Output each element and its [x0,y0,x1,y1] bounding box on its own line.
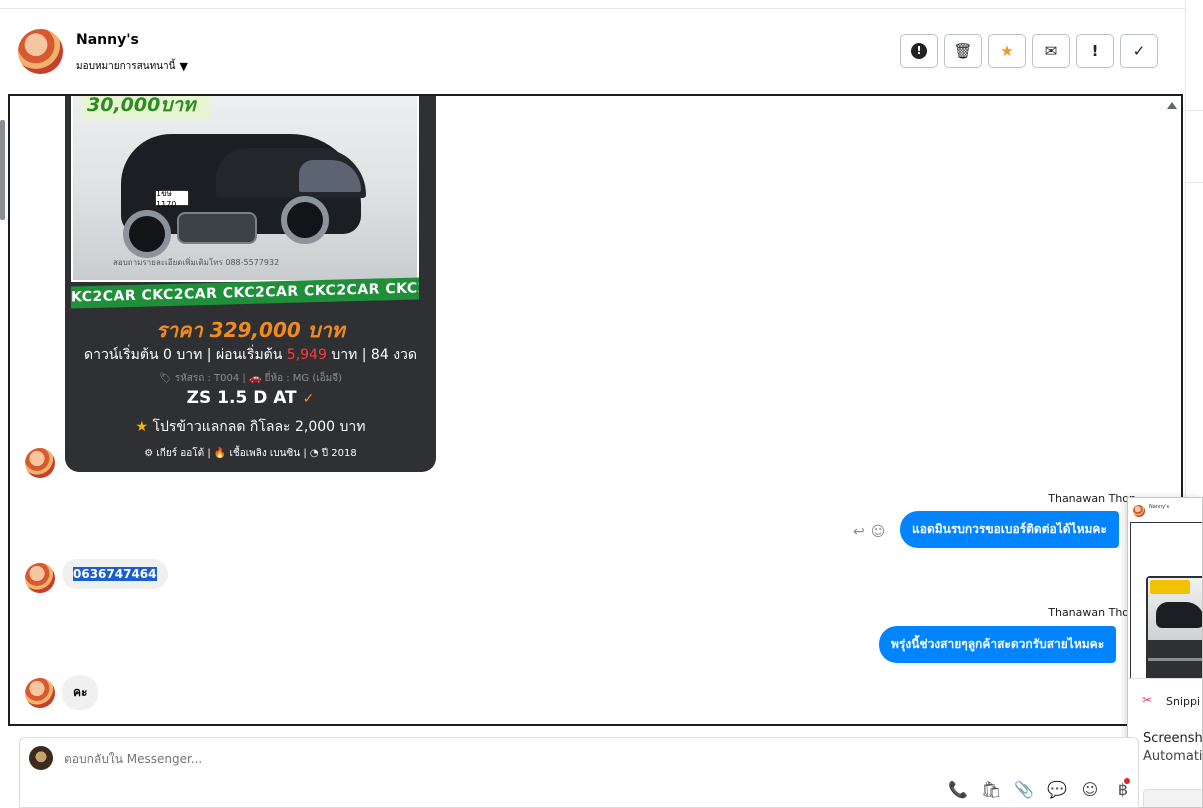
shopping-bag-icon[interactable]: 🛍 [981,780,1001,799]
check-icon: ✓ [1132,42,1146,60]
outgoing-message[interactable]: แอดมินรบกวรขอเบอร์ติดต่อได้ไหมคะ [900,511,1119,548]
left-scroll-rail[interactable] [0,120,5,220]
sender-name: Thanawan Thon [1048,606,1136,619]
contact-avatar-small[interactable] [25,448,55,478]
notification-dot [1124,778,1130,784]
car-wheel [281,196,329,244]
baht-payment-icon[interactable]: ฿ [1113,780,1133,799]
car-specs: ⚙ เกียร์ ออโต้ | 🔥 เชื้อเพลิง เบนซิน | ◔… [144,448,357,459]
contact-avatar[interactable] [18,29,63,74]
car-meta: 🏷 รหัสรถ : T004 | 🚗 ยี่ห้อ : MG (เอ็มจี) [158,373,343,384]
notification-action-button[interactable] [1143,789,1202,807]
car-photo: 30,000บาท 1ขษ 1170 สอบถามรายละเอียดเพิ่ม… [71,96,419,282]
car-listing-image[interactable]: 30,000บาท 1ขษ 1170 สอบถามรายละเอียดเพิ่ม… [65,96,436,472]
thumbnail-photo [1148,578,1202,640]
snipping-panel: ✂ Snippi Screensho Automatio [1128,678,1203,807]
down-prefix: ดาวน์เริ่มต้น 0 บาท | ผ่อนเริ่มต้น [83,347,287,363]
reply-input[interactable] [64,752,664,766]
alert-circle-icon: ! [911,43,927,59]
scissors-icon: ✂ [1142,693,1153,707]
add-call-icon[interactable]: 📞 [948,780,968,799]
screenshot-subtitle: Automatio [1143,749,1203,764]
contact-avatar-small[interactable] [25,563,55,593]
thumbnail-badge [1150,580,1190,594]
thumbnail-line [1148,658,1202,661]
incoming-message[interactable]: คะ [62,675,99,710]
car-wheel [123,210,171,258]
thumbnail-card [1146,576,1202,678]
car-model: ZS 1.5 D AT ✓ [65,388,436,408]
star-icon: ★ [135,419,149,435]
incoming-message[interactable]: 0636747464 [62,559,168,589]
message-actions: ↩ ☺ [853,524,885,540]
follow-up-button[interactable]: ! [1076,34,1114,68]
assign-conversation-dropdown[interactable]: มอบหมายการสนทนานี้ ▼ [76,59,188,74]
promo-line: ★ โปรข้าวแลกลด กิโลละ 2,000 บาท [65,416,436,438]
caret-down-icon: ▼ [179,60,188,73]
down-suffix: บาท | 84 งวด [326,347,417,363]
car-price: ราคา 329,000 บาท [156,318,345,342]
conversation-header: Nanny's มอบหมายการสนทนานี้ ▼ ! 🗑 ★ ✉ ! ✓ [0,9,1185,94]
panel-divider [1186,110,1203,111]
outgoing-message[interactable]: พรุ่งนี้ช่วงสายๆลูกค้าสะดวกรับสายไหมคะ [879,626,1117,663]
composer-tools: 📞 🛍 📎 💬 ☺ ฿ [948,780,1133,799]
panel-divider [1186,182,1203,183]
star-icon: ★ [1000,42,1014,60]
message-thread[interactable]: 30,000บาท 1ขษ 1170 สอบถามรายละเอียดเพิ่ม… [8,94,1183,726]
installment-amount: 5,949 [286,347,327,363]
scroll-up-arrow-icon[interactable] [1167,102,1177,109]
delete-button[interactable]: 🗑 [944,34,982,68]
watermark-ribbon: KC2CAR CKC2CAR CKC2CAR CKC2CAR CKC2CAR C… [71,277,419,309]
reply-composer: 📞 🛍 📎 💬 ☺ ฿ [19,737,1139,808]
top-divider [0,0,1185,9]
assign-label: มอบหมายการสนทนานี้ [76,61,176,72]
trash-icon: 🗑 [953,42,973,60]
sender-name: Thanawan Thon [1048,492,1136,505]
header-actions: ! 🗑 ★ ✉ ! ✓ [900,34,1158,68]
down-payment-line: ดาวน์เริ่มต้น 0 บาท | ผ่อนเริ่มต้น 5,949… [65,344,436,366]
react-emoji-icon[interactable]: ☺ [871,524,886,540]
photo-note: สอบถามรายละเอียดเพิ่มเติมโทร 088-5577932 [113,258,280,267]
mark-spam-button[interactable]: ! [900,34,938,68]
license-plate: 1ขษ 1170 [155,189,189,209]
exclamation-icon: ! [1091,42,1099,60]
reply-icon[interactable]: ↩ [853,524,865,540]
thumbnail-name: Nanny's [1149,504,1170,510]
mark-done-button[interactable]: ✓ [1120,34,1158,68]
page-avatar [29,746,53,770]
mark-unread-button[interactable]: ✉ [1032,34,1070,68]
screenshot-title: Screensho [1143,731,1203,746]
thumbnail-avatar [1133,505,1145,517]
contact-avatar-small[interactable] [25,678,55,708]
paperclip-icon[interactable]: 📎 [1014,780,1034,799]
thumbnail-car [1156,602,1202,628]
snipping-app-name: Snippi [1166,695,1201,708]
saved-reply-icon[interactable]: 💬 [1047,780,1067,799]
selected-phone-number[interactable]: 0636747464 [73,567,157,581]
contact-name[interactable]: Nanny's [76,32,139,48]
envelope-icon: ✉ [1044,42,1058,60]
check-circle-icon: ✓ [302,391,315,407]
promo-text: โปรข้าวแลกลด กิโลละ 2,000 บาท [152,419,366,435]
model-text: ZS 1.5 D AT [186,388,297,408]
star-button[interactable]: ★ [988,34,1026,68]
emoji-icon[interactable]: ☺ [1080,780,1100,799]
car-grille-shape [177,212,257,244]
discount-badge: 30,000บาท [81,96,209,120]
